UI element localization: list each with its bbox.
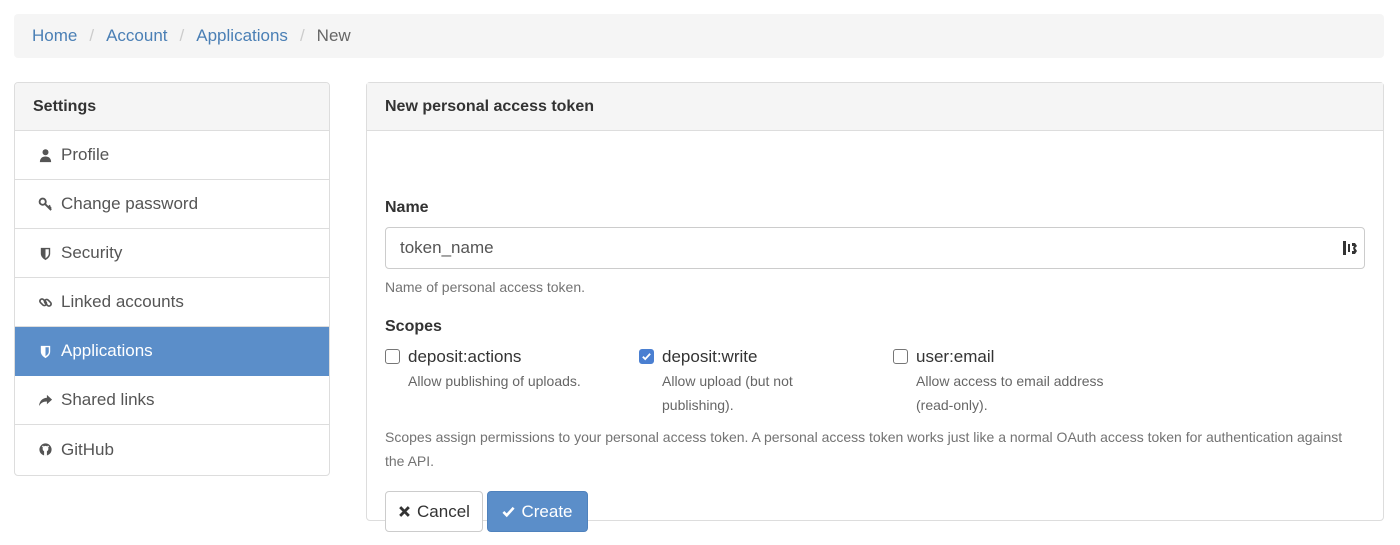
breadcrumb-applications[interactable]: Applications	[196, 26, 288, 46]
sidebar-item-label: Applications	[61, 341, 153, 360]
new-token-panel: New personal access token Name Name of p…	[366, 82, 1384, 532]
panel-title: New personal access token	[367, 83, 1383, 131]
breadcrumb-account[interactable]: Account	[106, 26, 167, 46]
scope-name: user:email	[916, 347, 995, 366]
scope-description: Allow access to email address (read-only…	[916, 373, 1104, 413]
scopes-help-text: Scopes assign permissions to your person…	[385, 429, 1343, 469]
token-name-input[interactable]	[385, 227, 1365, 269]
sidebar-item-label: GitHub	[61, 439, 114, 459]
scope-description: Allow publishing of uploads.	[408, 373, 581, 389]
sidebar-item-label: Linked accounts	[61, 292, 184, 311]
create-label: Create	[521, 501, 573, 521]
close-icon	[399, 506, 410, 517]
create-button[interactable]: Create	[487, 491, 588, 532]
scope-checkbox[interactable]	[639, 349, 654, 364]
scope-name: deposit:actions	[408, 347, 522, 366]
sidebar-item-linked-accounts[interactable]: Linked accounts	[15, 278, 329, 327]
breadcrumb-separator: /	[89, 26, 95, 45]
name-label: Name	[385, 199, 429, 216]
check-icon	[502, 506, 516, 518]
name-help-text: Name of personal access token.	[385, 279, 585, 295]
scopes-label: Scopes	[385, 318, 442, 335]
github-icon	[37, 442, 53, 458]
sidebar-item-label: Profile	[61, 145, 110, 164]
shield-icon	[37, 245, 53, 261]
sidebar-item-change-password[interactable]: Change password	[15, 180, 329, 229]
sidebar-item-label: Shared links	[61, 390, 155, 409]
breadcrumb-separator: /	[179, 26, 185, 45]
sidebar-item-github[interactable]: GitHub	[15, 425, 329, 474]
breadcrumb-current: New	[316, 26, 351, 45]
breadcrumb: Home / Account / Applications / New	[14, 14, 1384, 58]
breadcrumb-home[interactable]: Home	[32, 26, 77, 46]
link-icon	[37, 294, 53, 310]
scope-checkbox[interactable]	[385, 349, 400, 364]
sidebar-heading: Settings	[15, 83, 329, 131]
user-icon	[37, 147, 53, 163]
key-icon	[37, 196, 53, 212]
sidebar-item-security[interactable]: Security	[15, 229, 329, 278]
share-icon	[37, 392, 53, 408]
scope-checkbox[interactable]	[893, 349, 908, 364]
settings-sidebar: Settings Profile Change password Securit…	[14, 82, 330, 476]
password-manager-icon[interactable]	[1341, 239, 1359, 257]
breadcrumb-separator: /	[299, 26, 305, 45]
cancel-label: Cancel	[417, 501, 470, 521]
sidebar-item-label: Security	[61, 243, 123, 262]
sidebar-item-label: Change password	[61, 194, 199, 213]
cancel-button[interactable]: Cancel	[385, 491, 483, 532]
sidebar-item-shared-links[interactable]: Shared links	[15, 376, 329, 425]
scope-description: Allow upload (but not publishing).	[662, 373, 793, 413]
sidebar-item-profile[interactable]: Profile	[15, 131, 329, 180]
shield-icon	[37, 343, 53, 359]
checkmark-icon	[642, 353, 651, 361]
sidebar-item-applications[interactable]: Applications	[15, 327, 329, 376]
scope-name: deposit:write	[662, 347, 758, 366]
